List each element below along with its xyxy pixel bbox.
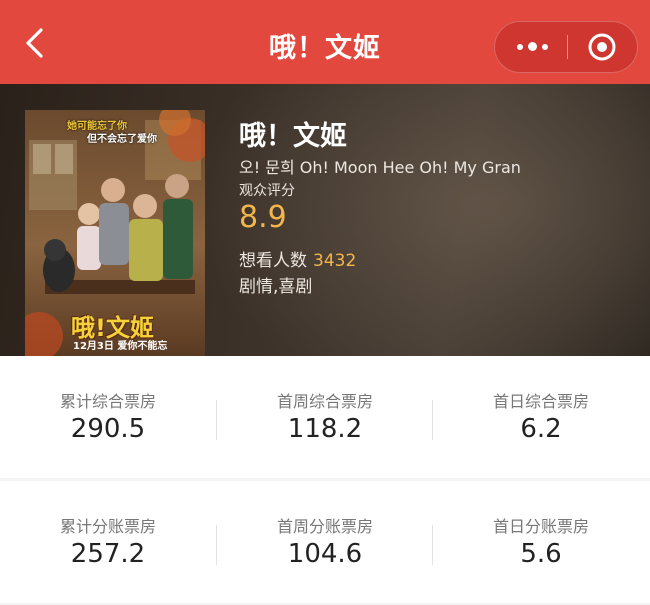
poster-tagline-line1: 她可能忘了你 bbox=[67, 121, 127, 132]
more-button[interactable] bbox=[495, 22, 567, 72]
stat-value: 104.6 bbox=[287, 539, 363, 569]
movie-genres: 剧情,喜剧 bbox=[239, 277, 313, 297]
audience-score-value: 8.9 bbox=[239, 200, 287, 235]
movie-hero: 她可能忘了你 但不会忘了爱你 哦!文姬 12月3日 爱你不能忘 哦！文姬 오! … bbox=[0, 84, 650, 356]
more-dot bbox=[542, 44, 548, 50]
stat-label: 首周分账票房 bbox=[276, 517, 373, 536]
poster-tagline-line2: 但不会忘了爱你 bbox=[87, 134, 157, 145]
stat-value: 118.2 bbox=[287, 414, 363, 444]
box-office-stats: 累计综合票房 290.5 首周综合票房 118.2 首日综合票房 6.2 累计分… bbox=[0, 356, 650, 605]
want-to-see: 想看人数 3432 bbox=[239, 246, 356, 271]
poster-release-date: 12月3日 爱你不能忘 bbox=[73, 341, 168, 352]
target-close-icon bbox=[588, 33, 616, 61]
movie-original-title: 오! 문희 Oh! Moon Hee Oh! My Gran bbox=[239, 158, 521, 177]
stat-value: 290.5 bbox=[70, 414, 146, 444]
close-button[interactable] bbox=[568, 22, 638, 72]
mini-program-capsule bbox=[494, 21, 638, 73]
stat-label: 首日分账票房 bbox=[492, 517, 589, 536]
stat-value: 5.6 bbox=[520, 539, 562, 569]
movie-poster[interactable]: 她可能忘了你 但不会忘了爱你 哦!文姬 12月3日 爱你不能忘 bbox=[25, 110, 205, 356]
want-to-see-count: 3432 bbox=[313, 251, 357, 271]
poster-tagline: 她可能忘了你 但不会忘了爱你 bbox=[67, 120, 157, 146]
more-dots-icon bbox=[517, 44, 523, 50]
stat-cumulative-combined: 累计综合票房 290.5 bbox=[0, 356, 216, 478]
stat-label: 累计分账票房 bbox=[59, 517, 156, 536]
top-nav-bar: 哦！文姬 bbox=[0, 0, 650, 84]
stat-label: 首周综合票房 bbox=[276, 392, 373, 411]
stat-first-week-split: 首周分账票房 104.6 bbox=[217, 481, 433, 603]
stat-label: 累计综合票房 bbox=[59, 392, 156, 411]
stat-value: 6.2 bbox=[520, 414, 562, 444]
movie-title: 哦！文姬 bbox=[239, 121, 347, 152]
stat-label: 首日综合票房 bbox=[492, 392, 589, 411]
stat-first-day-combined: 首日综合票房 6.2 bbox=[433, 356, 649, 478]
stat-value: 257.2 bbox=[70, 539, 146, 569]
want-to-see-label: 想看人数 bbox=[239, 251, 307, 271]
audience-score-label: 观众评分 bbox=[239, 183, 295, 199]
stats-row-combined: 累计综合票房 290.5 首周综合票房 118.2 首日综合票房 6.2 bbox=[0, 356, 650, 478]
more-dot bbox=[528, 42, 537, 51]
stats-row-split: 累计分账票房 257.2 首周分账票房 104.6 首日分账票房 5.6 bbox=[0, 481, 650, 603]
stat-first-week-combined: 首周综合票房 118.2 bbox=[217, 356, 433, 478]
stat-first-day-split: 首日分账票房 5.6 bbox=[433, 481, 649, 603]
stat-cumulative-split: 累计分账票房 257.2 bbox=[0, 481, 216, 603]
